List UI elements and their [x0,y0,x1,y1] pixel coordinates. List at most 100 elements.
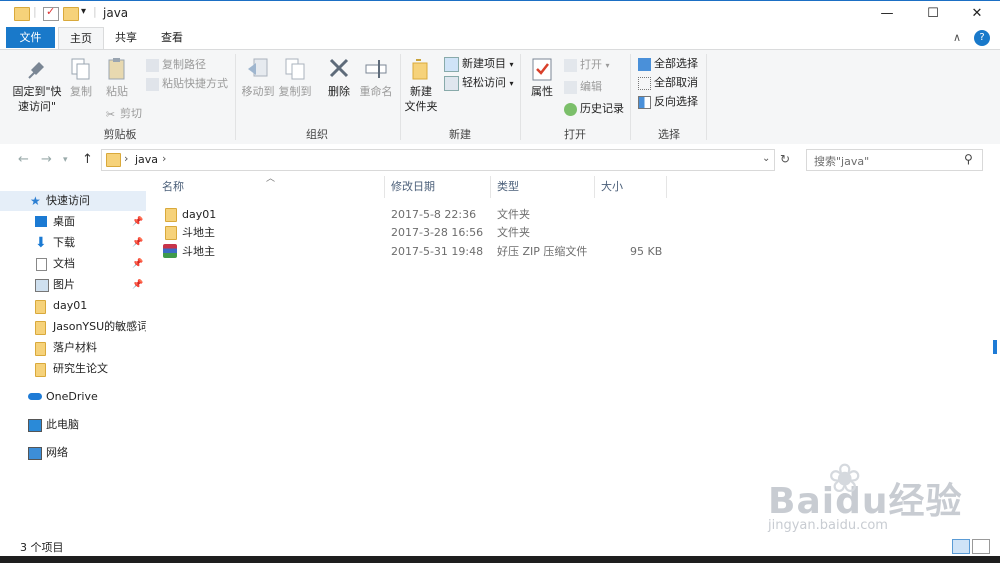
folder-icon [35,300,46,314]
cut-button[interactable]: ✂ 剪切 [104,105,142,123]
tab-file[interactable]: 文件 [6,27,55,48]
pin-icon[interactable]: 📌 [132,233,143,253]
tab-home[interactable]: 主页 [58,27,104,49]
recent-locations-icon[interactable]: ▾ [63,155,68,165]
file-type: 文件夹 [497,208,530,221]
large-icons-view-icon[interactable] [972,539,990,554]
dropdown-arrow-icon: ▾ [509,60,514,69]
column-header-type[interactable]: 类型 [491,176,595,198]
table-row[interactable]: 斗地主 2017-3-28 16:56 文件夹 [156,223,676,242]
easy-access-button[interactable]: 轻松访问 ▾ [444,74,514,92]
nav-onedrive[interactable]: OneDrive [0,387,146,407]
status-bar: 3 个项目 [0,537,1000,556]
breadcrumb-java[interactable]: java [135,153,158,166]
pin-icon [28,62,44,79]
maximize-button[interactable]: ☐ [910,1,956,27]
copy-path-icon [146,58,159,72]
pin-icon[interactable]: 📌 [132,275,143,295]
address-bar[interactable]: › java › ⌄ [101,149,775,171]
pin-label: 固定到"快 [12,85,62,98]
new-folder-button[interactable]: 新建 文件夹 [402,54,440,114]
properties-button[interactable]: 属性 [525,54,559,99]
file-name: 斗地主 [182,245,215,258]
invert-selection-button[interactable]: 反向选择 [638,93,698,111]
rename-label: 重命名 [359,85,393,98]
copy-button[interactable]: 复制 [66,54,96,99]
search-input[interactable]: 搜索"java" ⚲ [806,149,983,171]
file-type: 文件夹 [497,226,530,239]
folder-icon [35,321,46,335]
new-folder-label-2: 文件夹 [404,100,438,113]
nav-item-settlement[interactable]: 落户材料 [0,338,146,358]
nav-item-day01[interactable]: day01 [0,296,146,316]
collapse-ribbon-button[interactable]: ∧ [948,27,966,48]
new-folder-quick-icon[interactable] [63,7,79,21]
nav-item-thesis[interactable]: 研究生论文 [0,359,146,379]
history-button[interactable]: 历史记录 [564,100,624,118]
pin-icon[interactable]: 📌 [132,212,143,232]
open-button[interactable]: 打开 ▾ [564,56,610,74]
close-button[interactable]: ✕ [954,1,1000,27]
pin-icon[interactable]: 📌 [132,254,143,274]
new-item-button[interactable]: 新建项目 ▾ [444,55,514,73]
paste-shortcut-button[interactable]: 粘贴快捷方式 [146,75,228,93]
new-group-label: 新建 [449,128,471,141]
delete-button[interactable]: 删除 [322,54,356,99]
pin-to-quick-access-button[interactable]: 固定到"快 速访问" [8,54,66,114]
table-row[interactable]: 斗地主 2017-5-31 19:48 好压 ZIP 压缩文件 95 KB [156,242,676,261]
nav-this-pc[interactable]: 此电脑 [0,415,146,435]
copy-path-button[interactable]: 复制路径 [146,56,206,74]
nav-item-desktop[interactable]: 桌面 📌 [0,212,146,232]
address-dropdown-icon[interactable]: ⌄ [762,153,770,164]
tab-view[interactable]: 查看 [152,27,192,48]
paste-button[interactable]: 粘贴 [102,54,132,99]
nav-item-jasonysu[interactable]: JasonYSU的敏感词 [0,317,146,337]
column-header-size[interactable]: 大小 [595,176,667,198]
group-divider [706,54,707,140]
refresh-icon[interactable]: ↻ [780,152,790,166]
navigation-pane: ★ 快速访问 桌面 📌 ⬇ 下载 📌 文档 📌 图片 📌 day01 Jason… [0,180,146,536]
edit-button[interactable]: 编辑 [564,78,602,96]
details-view-icon[interactable] [952,539,970,554]
folder-icon [165,208,177,222]
title-bar: | ✓ ▾ | java — ☐ ✕ [0,0,1000,27]
nav-item-pictures[interactable]: 图片 📌 [0,275,146,295]
file-type: 好压 ZIP 压缩文件 [497,245,588,258]
customize-quick-access-icon[interactable]: ▾ [81,6,86,17]
nav-item-documents[interactable]: 文档 📌 [0,254,146,274]
dropdown-arrow-icon: ▾ [605,61,610,70]
forward-arrow-icon[interactable]: → [41,152,52,167]
copy-to-label: 复制到 [278,85,312,98]
column-header-name[interactable]: 名称 [156,176,385,198]
copy-to-button[interactable]: 复制到 [277,54,313,99]
select-none-button[interactable]: 全部取消 [638,74,698,92]
nav-quick-access[interactable]: ★ 快速访问 [0,191,146,211]
paste-shortcut-icon [146,77,159,91]
select-all-button[interactable]: 全部选择 [638,55,698,73]
search-icon[interactable]: ⚲ [964,152,973,166]
pin-label-2: 速访问" [17,100,57,113]
properties-check-icon [532,58,552,81]
table-row[interactable]: day01 2017-5-8 22:36 文件夹 [156,205,676,224]
copy-icon [71,58,90,80]
nav-network[interactable]: 网络 [0,443,146,463]
back-arrow-icon[interactable]: ← [18,152,29,167]
folder-icon [14,7,30,21]
help-button[interactable]: ? [974,30,990,46]
computer-icon [28,419,42,432]
move-to-button[interactable]: 移动到 [240,54,276,99]
properties-quick-icon[interactable]: ✓ [43,5,59,21]
tab-share[interactable]: 共享 [106,27,146,48]
folder-icon [35,363,46,377]
breadcrumb-separator-icon[interactable]: › [162,152,166,165]
minimize-button[interactable]: — [864,1,910,27]
file-name: day01 [182,208,217,221]
scissors-icon: ✂ [105,107,116,121]
new-item-icon [444,56,459,72]
rename-icon [365,60,387,78]
nav-item-downloads[interactable]: ⬇ 下载 📌 [0,233,146,253]
up-arrow-icon[interactable]: ↑ [82,152,93,167]
column-header-modified[interactable]: 修改日期 [385,176,491,198]
rename-button[interactable]: 重命名 [358,54,394,99]
ribbon: 固定到"快 速访问" 复制 粘贴 复制路径 粘贴快捷方式 ✂ 剪切 剪贴板 移动到… [0,49,1000,145]
